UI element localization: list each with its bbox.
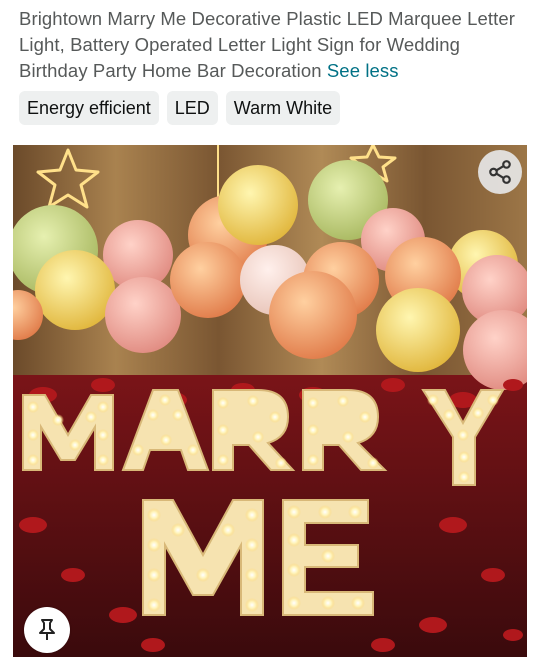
share-icon: [489, 160, 511, 184]
feature-chips: Energy efficient LED Warm White: [19, 91, 341, 125]
share-button[interactable]: [478, 150, 522, 194]
product-image[interactable]: [13, 145, 527, 657]
chip-energy-efficient[interactable]: Energy efficient: [19, 91, 159, 125]
product-title: Brightown Marry Me Decorative Plastic LE…: [19, 6, 529, 84]
chip-warm-white[interactable]: Warm White: [225, 91, 341, 125]
product-title-text: Brightown Marry Me Decorative Plastic LE…: [19, 8, 516, 81]
see-less-link[interactable]: See less: [327, 60, 399, 81]
pin-button[interactable]: [24, 607, 70, 653]
pin-icon: [39, 619, 55, 640]
chip-led[interactable]: LED: [166, 91, 218, 125]
product-photo: [13, 145, 527, 657]
